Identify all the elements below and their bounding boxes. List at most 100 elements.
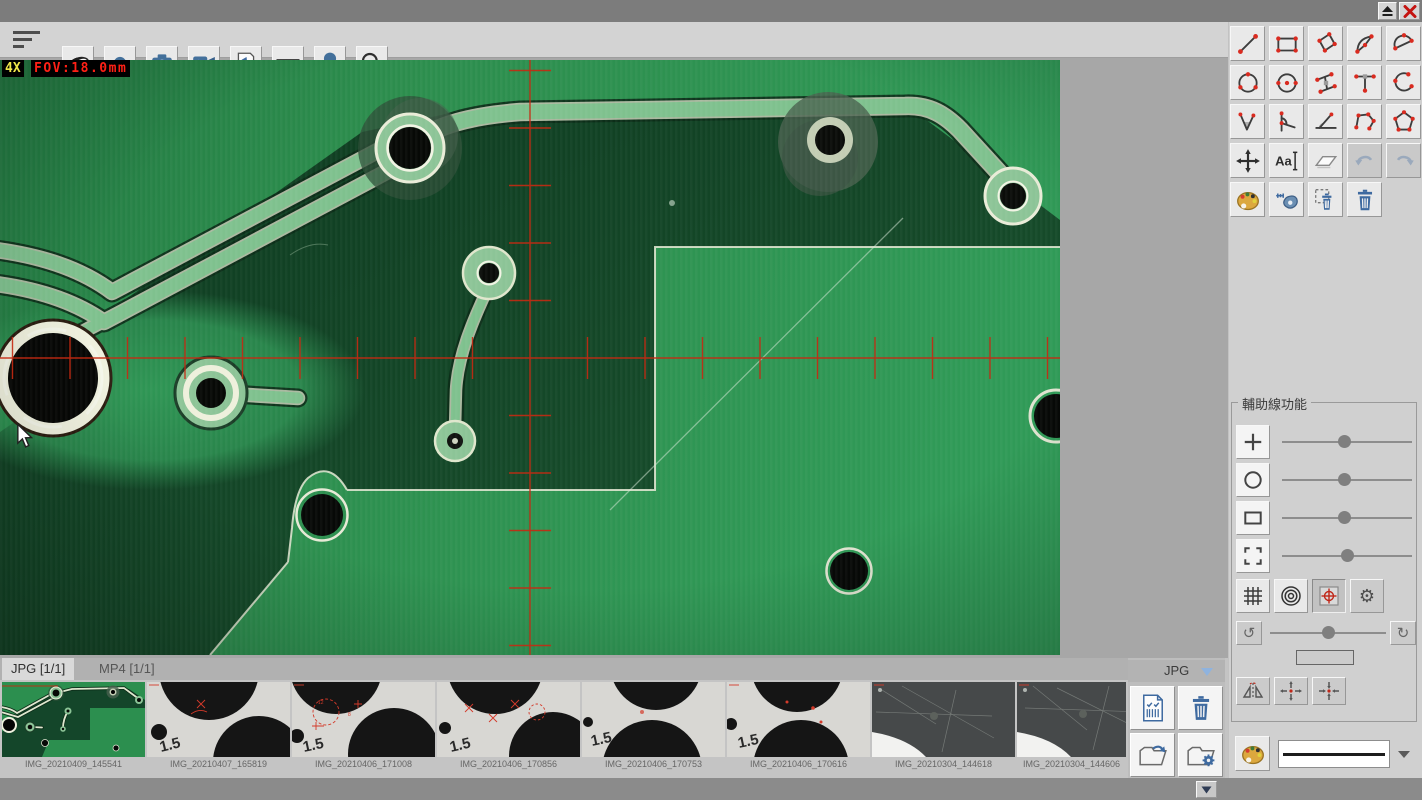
image-viewport[interactable]: 4X FOV:18.0mm (0, 60, 1060, 655)
thumbnail-image-dark (872, 682, 1015, 757)
svg-text:Aa: Aa (1275, 153, 1292, 168)
move-tool-icon (1235, 148, 1260, 173)
frame-guide-icon (1244, 547, 1262, 565)
three-point-arc-tool-icon (1392, 71, 1414, 91)
line-width-dropdown-arrow[interactable] (1397, 749, 1411, 759)
tool-rotated-rectangle[interactable] (1308, 26, 1343, 61)
spread-out-icon (1280, 681, 1302, 701)
thumbnail-filename: IMG_20210304_144618 (894, 759, 993, 769)
thumbnail-2[interactable]: 1.5 (147, 682, 290, 757)
pcb-image (0, 60, 1060, 655)
tool-plane[interactable] (1308, 143, 1343, 178)
guide-rectangle-slider[interactable] (1282, 511, 1412, 525)
tool-perpendicular[interactable] (1347, 65, 1382, 100)
line-color-button[interactable] (1235, 736, 1270, 771)
tool-angle-v[interactable] (1230, 104, 1265, 139)
angle-ray-tool-icon (1279, 110, 1296, 132)
thumbnail-5[interactable]: 1.5 (582, 682, 725, 757)
slider-thumb[interactable] (1338, 511, 1352, 524)
thumbnail-1[interactable] (2, 682, 145, 757)
tool-delete-all[interactable] (1347, 182, 1382, 217)
delete-image-button[interactable] (1178, 686, 1223, 730)
tool-polyline[interactable] (1347, 104, 1382, 139)
transform-mirror-button[interactable] (1236, 677, 1270, 705)
guide-circle-slider[interactable] (1282, 473, 1412, 487)
tool-palette[interactable] (1230, 182, 1265, 217)
overlay-center-crosshair-button[interactable] (1312, 579, 1346, 613)
thumbnail-7[interactable] (872, 682, 1015, 757)
rotate-cw-button[interactable]: ↻ (1390, 621, 1416, 645)
tool-arc-segment[interactable] (1386, 26, 1421, 61)
tool-rectangle[interactable] (1269, 26, 1304, 61)
rotate-ccw-button[interactable]: ↺ (1236, 621, 1262, 645)
crosshair-icon (1244, 433, 1262, 451)
tab-mp4[interactable]: MP4 [1/1] (90, 658, 164, 680)
mouse-cursor (17, 423, 34, 448)
overlay-settings-button[interactable]: ⚙ (1350, 579, 1384, 613)
tool-undo[interactable] (1347, 143, 1382, 178)
tool-text[interactable]: Aa (1269, 143, 1304, 178)
format-select[interactable]: JPG (1128, 660, 1225, 682)
thumbnail-3[interactable]: 12 8 1.5 (292, 682, 435, 757)
close-button[interactable] (1399, 2, 1420, 20)
line-width-select[interactable] (1278, 740, 1390, 768)
slider-thumb[interactable] (1338, 435, 1352, 448)
tool-polygon[interactable] (1386, 104, 1421, 139)
overlay-grid-button[interactable] (1236, 579, 1270, 613)
slider-thumb[interactable] (1321, 626, 1335, 639)
batch-check-button[interactable] (1130, 686, 1175, 730)
thumbnail-8[interactable] (1017, 682, 1126, 757)
tool-parallel-lines[interactable] (1308, 65, 1343, 100)
tool-three-point-arc[interactable] (1386, 65, 1421, 100)
tool-delete-selected[interactable] (1308, 182, 1343, 217)
line-tool-icon (1237, 33, 1258, 54)
tool-angle-baseline[interactable] (1308, 104, 1343, 139)
guide-frame-button[interactable] (1236, 539, 1270, 573)
thumbnail-6[interactable]: 1.5 (727, 682, 870, 757)
export-folder-button[interactable] (1130, 733, 1175, 777)
slider-thumb[interactable] (1338, 473, 1352, 486)
tool-angle-ray[interactable] (1269, 104, 1304, 139)
right-panel: Aa 輔助線功能 ⚙ ↺ ↻ (1228, 22, 1422, 778)
slider-thumb[interactable] (1340, 549, 1354, 562)
guide-crosshair-button[interactable] (1236, 425, 1270, 459)
concentric-circles-icon (1281, 586, 1301, 606)
thumbnail-filename: IMG_20210304_144606 (1022, 759, 1121, 769)
tab-jpg[interactable]: JPG [1/1] (2, 658, 75, 680)
filmstrip-controls: JPG (1128, 658, 1225, 778)
overlay-concentric-button[interactable] (1274, 579, 1308, 613)
guide-rectangle-button[interactable] (1236, 501, 1270, 535)
tool-move[interactable] (1230, 143, 1265, 178)
tool-circle[interactable] (1230, 65, 1265, 100)
tool-calibrate[interactable] (1269, 182, 1304, 217)
redo-icon (1396, 155, 1414, 166)
rectangle-tool-icon (1275, 35, 1298, 53)
fov-badge: FOV:18.0mm (31, 60, 131, 77)
tool-redo[interactable] (1386, 143, 1421, 178)
rotation-slider[interactable] (1270, 626, 1386, 640)
thumbnail-filename: IMG_20210406_171008 (314, 759, 413, 769)
collapse-panel-button[interactable] (1378, 2, 1397, 20)
tool-line[interactable] (1230, 26, 1265, 61)
menu-button[interactable] (12, 28, 46, 52)
collapse-filmstrip-button[interactable] (1196, 781, 1217, 798)
tool-arc-sector[interactable] (1347, 26, 1382, 61)
guide-crosshair-slider[interactable] (1282, 435, 1412, 449)
thumbnail-4[interactable]: 1.5 (437, 682, 580, 757)
down-arrow-icon (1201, 786, 1212, 793)
palette-icon (1236, 191, 1259, 210)
rotated-rectangle-tool-icon (1316, 31, 1337, 53)
arc-sector-tool-icon (1354, 33, 1374, 54)
svg-text:8: 8 (348, 712, 351, 718)
menu-icon (13, 31, 40, 48)
filmstrip: JPG [1/1] MP4 [1/1] 1.5 12 8 1.5 1.5 1.5… (0, 658, 1228, 778)
tool-center-circle[interactable] (1269, 65, 1304, 100)
transform-converge-button[interactable] (1312, 677, 1346, 705)
guide-circle-button[interactable] (1236, 463, 1270, 497)
guide-frame-slider[interactable] (1282, 549, 1412, 563)
statusbar (0, 778, 1422, 800)
center-circle-tool-icon (1275, 72, 1298, 93)
folder-settings-button[interactable] (1178, 733, 1223, 777)
transform-spread-button[interactable] (1274, 677, 1308, 705)
rotation-value-box[interactable] (1296, 650, 1354, 665)
